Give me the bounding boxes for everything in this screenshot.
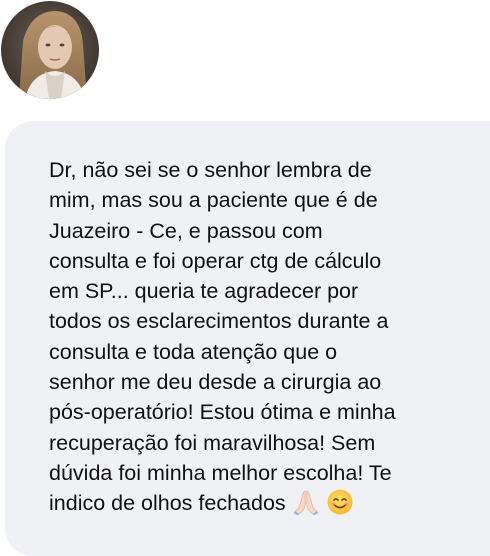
smiling-face-icon [326, 488, 354, 516]
profile-photo [1, 1, 99, 99]
message-line: consulta e foi operar ctg de cálculo [49, 248, 382, 273]
avatar[interactable] [1, 1, 99, 99]
message-text: Dr, não sei se o senhor lembra de mim, m… [49, 155, 490, 519]
chat-screen: Dr, não sei se o senhor lembra de mim, m… [0, 0, 490, 556]
message-line: mim, mas sou a paciente que é de [49, 188, 378, 213]
message-line: indico de olhos fechados [49, 491, 286, 516]
message-line: Juazeiro - Ce, e passou com [49, 218, 323, 243]
message-line: Dr, não sei se o senhor lembra de [49, 158, 372, 182]
message-bubble[interactable]: Dr, não sei se o senhor lembra de mim, m… [5, 121, 490, 556]
message-line: dúvida foi minha melhor escolha! Te [49, 460, 392, 485]
message-line: todos os esclarecimentos durante a [49, 309, 389, 334]
message-last-line: indico de olhos fechados [49, 488, 490, 518]
message-line: em SP... queria te agradecer por [49, 279, 359, 304]
message-line: consulta e toda atenção que o [49, 339, 338, 364]
message-line: recuperação foi maravilhosa! Sem [49, 430, 376, 455]
message-line: senhor me deu desde a cirurgia ao [49, 370, 382, 395]
message-line: pós-operatório! Estou ótima e minha [49, 400, 396, 425]
folded-hands-icon [292, 488, 320, 516]
